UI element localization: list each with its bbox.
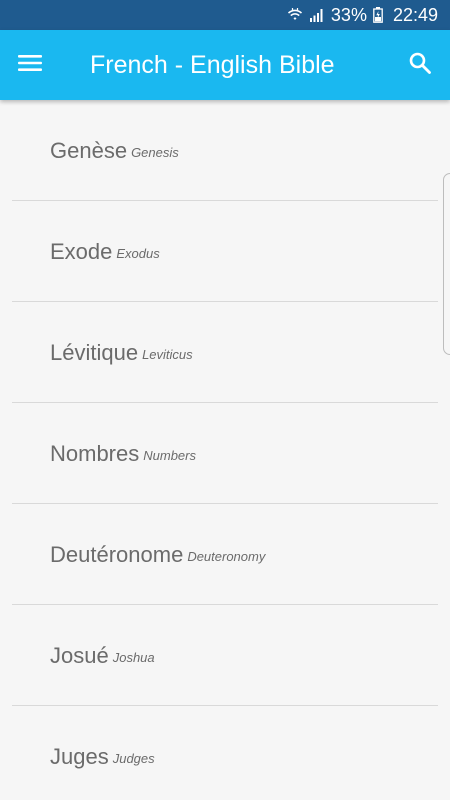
list-item-joshua[interactable]: Josué Joshua (0, 605, 450, 706)
page-title: French - English Bible (90, 50, 335, 79)
book-name-french: Nombres (50, 440, 140, 466)
book-name-french: Lévitique (50, 339, 139, 365)
book-name-english: Joshua (112, 650, 155, 665)
wifi-icon (287, 7, 303, 23)
list-item-genesis[interactable]: Genèse Genesis (0, 100, 450, 201)
list-item-deuteronomy[interactable]: Deutéronome Deuteronomy (0, 504, 450, 605)
battery-percentage: 33% (330, 4, 367, 25)
book-name-english: Exodus (116, 246, 160, 261)
book-list: Genèse Genesis Exode Exodus Lévitique Le… (0, 100, 450, 800)
list-item-exodus[interactable]: Exode Exodus (0, 201, 450, 302)
book-name-english: Deuteronomy (187, 549, 266, 564)
book-name-french: Deutéronome (50, 541, 184, 567)
menu-icon (17, 53, 43, 78)
list-item-leviticus[interactable]: Lévitique Leviticus (0, 302, 450, 403)
book-name-english: Judges (112, 751, 155, 766)
search-button[interactable] (390, 30, 450, 100)
book-name-english: Numbers (143, 448, 196, 463)
book-name-english: Leviticus (142, 347, 193, 362)
menu-button[interactable] (0, 30, 60, 100)
clock: 22:49 (392, 4, 438, 25)
book-name-french: Exode (50, 238, 113, 264)
status-bar: 33% 22:49 (0, 0, 450, 30)
battery-icon (373, 7, 383, 23)
list-item-judges[interactable]: Juges Judges (0, 706, 450, 800)
list-item-numbers[interactable]: Nombres Numbers (0, 403, 450, 504)
scroll-handle[interactable] (443, 173, 450, 355)
book-name-french: Josué (50, 642, 109, 668)
book-name-french: Genèse (50, 137, 128, 163)
book-name-english: Genesis (131, 145, 179, 160)
app-bar: French - English Bible (0, 30, 450, 100)
search-icon (408, 51, 432, 80)
signal-icon (309, 7, 325, 23)
book-name-french: Juges (50, 743, 109, 769)
